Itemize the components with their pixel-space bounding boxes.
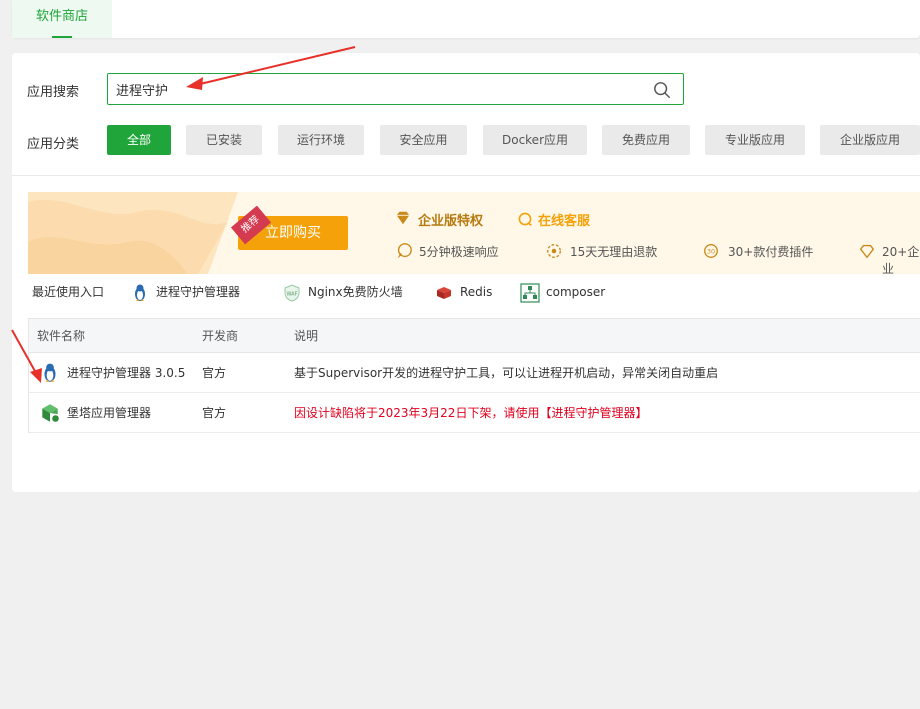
enterprise-privilege-title: 企业版特权: [418, 214, 484, 229]
header-software-name: 软件名称: [37, 329, 86, 343]
clock-lightning-icon: [397, 243, 412, 259]
penguin-icon: [135, 284, 145, 301]
refund-icon: [547, 244, 561, 258]
category-all[interactable]: 全部: [107, 125, 171, 155]
cell-software-name[interactable]: 堡塔应用管理器: [67, 393, 151, 433]
top-tab-bar: 软件商店: [12, 0, 920, 38]
redis-icon: [437, 286, 451, 299]
category-enterprise[interactable]: 企业版应用: [820, 125, 920, 155]
recent-item-process-guard[interactable]: 进程守护管理器: [130, 281, 240, 303]
online-service-link[interactable]: 在线客服: [538, 210, 590, 229]
feature-fast-response: 5分钟极速响应: [419, 245, 499, 259]
banner-decoration: [28, 192, 238, 274]
header-vendor: 开发商: [202, 329, 239, 343]
tab-software-store-label: 软件商店: [35, 9, 88, 24]
table-row[interactable]: 堡塔应用管理器 官方 因设计缺陷将于2023年3月22日下架，请使用【进程守护管…: [29, 393, 920, 433]
tab-active-underline: [52, 36, 72, 38]
recent-item-redis[interactable]: Redis: [434, 281, 492, 303]
recent-item-label: 进程守护管理器: [156, 285, 241, 299]
category-label: 应用分类: [27, 137, 80, 152]
svg-text:WAF: WAF: [287, 291, 298, 297]
search-input[interactable]: [108, 74, 628, 104]
composer-icon: [520, 282, 540, 303]
table-header: 软件名称 开发商 说明: [29, 319, 920, 353]
cube-gear-icon: [42, 404, 60, 423]
waf-shield-icon: WAF: [284, 283, 300, 302]
search-label: 应用搜索: [27, 85, 80, 100]
recent-item-nginx-waf[interactable]: WAF Nginx免费防火墙: [282, 281, 403, 303]
category-docker[interactable]: Docker应用: [483, 125, 587, 155]
table-row[interactable]: 进程守护管理器 3.0.5 官方 基于Supervisor开发的进程守护工具，可…: [29, 353, 920, 393]
svg-text:30: 30: [707, 249, 715, 256]
cell-description-warning: 因设计缺陷将于2023年3月22日下架，请使用【进程守护管理器】: [294, 406, 648, 420]
cell-vendor: 官方: [202, 366, 227, 380]
recent-item-label: Nginx免费防火墙: [308, 285, 403, 299]
category-installed[interactable]: 已安装: [186, 125, 262, 155]
cell-software-name[interactable]: 进程守护管理器 3.0.5: [67, 353, 185, 393]
header-description: 说明: [294, 329, 319, 343]
recent-item-label: composer: [546, 285, 606, 299]
plugin-icon: 30: [704, 244, 718, 258]
category-runtime[interactable]: 运行环境: [278, 125, 364, 155]
feature-refund: 15天无理由退款: [570, 245, 658, 259]
cell-description: 基于Supervisor开发的进程守护工具，可以让进程开机启动，异常关闭自动重启: [294, 366, 719, 380]
search-icon[interactable]: [653, 81, 671, 99]
feature-enterprise: 20+企业: [882, 245, 920, 274]
tab-software-store[interactable]: 软件商店: [12, 0, 112, 38]
recent-item-composer[interactable]: composer: [520, 281, 605, 303]
category-security[interactable]: 安全应用: [380, 125, 467, 155]
feature-paid-plugins: 30+款付费插件: [728, 245, 814, 259]
chat-icon: [518, 212, 532, 227]
recent-item-label: Redis: [460, 285, 493, 299]
cell-vendor: 官方: [202, 406, 227, 420]
enterprise-banner: 立即购买 推荐 企业版特权 在线客服 5分钟极速响应 15天无理由退款 30 3…: [28, 192, 920, 274]
diamond-outline-icon: [859, 244, 875, 259]
diamond-icon: [396, 211, 410, 225]
store-panel: 应用搜索 应用分类 全部 已安装 运行环境 安全应用 Docker应用 免费应用…: [12, 53, 920, 492]
category-free[interactable]: 免费应用: [602, 125, 690, 155]
software-table: 软件名称 开发商 说明 进程守护管理器 3.0.5 官方 基于Superviso…: [28, 318, 920, 433]
search-field[interactable]: [107, 73, 684, 105]
section-divider: [12, 175, 920, 176]
recent-label: 最近使用入口: [32, 285, 105, 299]
category-pro[interactable]: 专业版应用: [705, 125, 805, 155]
penguin-icon: [44, 363, 56, 382]
